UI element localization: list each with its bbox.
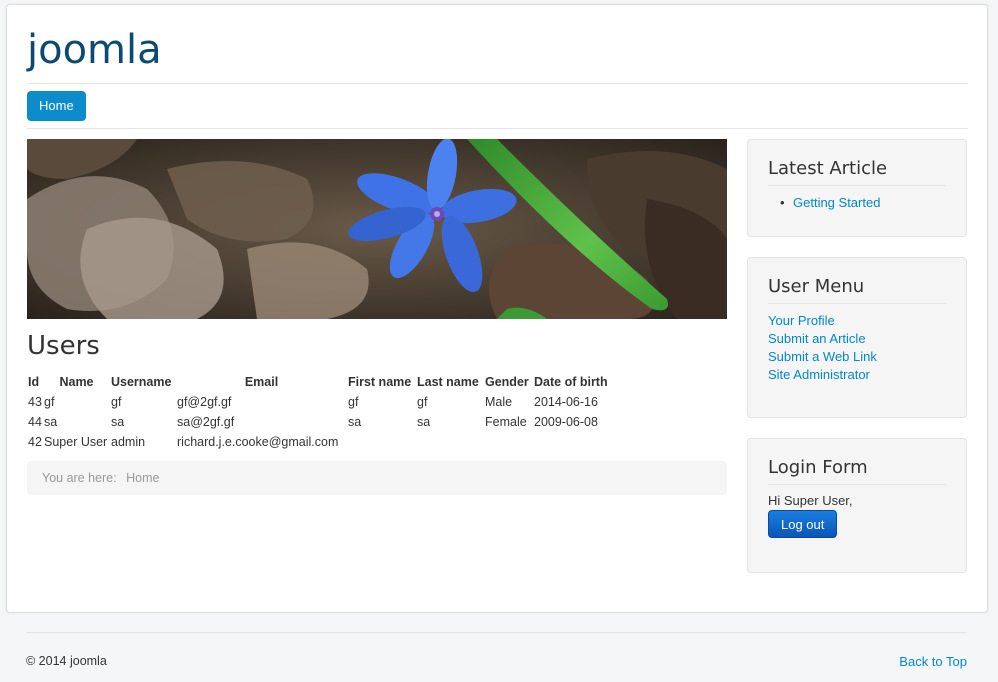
table-header-row: Id Name Username Email First name Last n… [27, 372, 613, 392]
table-row: 42 Super User admin richard.j.e.cooke@gm… [27, 432, 613, 452]
menu-item: Submit an Article [768, 330, 946, 348]
site-title[interactable]: joomla [27, 27, 162, 73]
header-banner-image [27, 139, 727, 319]
cell-dob: 2014-06-16 [534, 395, 598, 409]
cell-dob: 2009-06-08 [534, 415, 598, 429]
menu-item: Your Profile [768, 312, 946, 330]
login-form-title: Login Form [768, 457, 946, 485]
cell-gender [484, 432, 533, 452]
cell-first-name: sa [348, 415, 362, 429]
cell-dob [533, 432, 613, 452]
cell-email: gf@2gf.gf [177, 395, 232, 409]
column-header: Name [59, 375, 94, 389]
table-row: 43 gf gf gf@2gf.gf gf gf Male 2014-06-16 [27, 392, 613, 412]
page-container: joomla Home Users Id Name Username Email… [6, 4, 988, 613]
column-header: Email [244, 375, 279, 389]
login-greeting: Hi Super User, [768, 493, 853, 508]
cell-name: sa [44, 415, 58, 429]
footer-copyright: © 2014 joomla [26, 654, 107, 668]
cell-name: Super User [44, 435, 108, 449]
cell-username: admin [111, 435, 146, 449]
cell-id: 42 [28, 435, 42, 449]
nav-home-button[interactable]: Home [27, 91, 86, 121]
breadcrumb: You are here: Home [27, 461, 727, 495]
cell-email: sa@2gf.gf [177, 415, 235, 429]
back-to-top-link[interactable]: Back to Top [899, 654, 967, 669]
cell-name: gf [44, 395, 55, 409]
cell-id: 44 [28, 415, 42, 429]
nav-divider [27, 128, 968, 129]
cell-last-name: gf [417, 395, 428, 409]
column-header: Date of birth [534, 375, 608, 389]
menu-link-your-profile[interactable]: Your Profile [768, 313, 835, 328]
cell-username: gf [111, 395, 122, 409]
menu-link-submit-article[interactable]: Submit an Article [768, 331, 866, 346]
breadcrumb-current: Home [126, 471, 160, 485]
column-header: First name [348, 375, 412, 389]
cell-gender: Female [485, 415, 527, 429]
cell-username: sa [111, 415, 125, 429]
cell-last-name: sa [417, 415, 431, 429]
table-row: 44 sa sa sa@2gf.gf sa sa Female 2009-06-… [27, 412, 613, 432]
cell-email: richard.j.e.cooke@gmail.com [177, 435, 339, 449]
breadcrumb-prefix: You are here: [42, 471, 117, 485]
users-heading: Users [27, 331, 100, 361]
column-header: Username [111, 375, 172, 389]
list-item: Getting Started [768, 194, 946, 212]
menu-item: Site Administrator [768, 366, 946, 384]
column-header: Id [28, 375, 40, 389]
footer-divider [26, 632, 967, 633]
user-menu-module: User Menu Your Profile Submit an Article… [747, 257, 967, 418]
cell-first-name: gf [348, 395, 359, 409]
cell-gender: Male [485, 395, 513, 409]
menu-item: Submit a Web Link [768, 348, 946, 366]
cell-last-name [416, 432, 484, 452]
column-header: Last name [417, 375, 479, 389]
latest-article-module: Latest Article Getting Started [747, 139, 967, 237]
login-form-module: Login Form Hi Super User, Log out [747, 438, 967, 573]
latest-article-title: Latest Article [768, 158, 946, 186]
column-header: Gender [485, 375, 529, 389]
header-divider [27, 83, 968, 84]
logout-button[interactable]: Log out [768, 510, 838, 538]
menu-link-site-administrator[interactable]: Site Administrator [768, 367, 870, 382]
menu-link-submit-web-link[interactable]: Submit a Web Link [768, 349, 877, 364]
user-menu-title: User Menu [768, 276, 946, 304]
latest-article-link[interactable]: Getting Started [793, 195, 880, 210]
cell-id: 43 [28, 395, 42, 409]
flower-photo [27, 139, 727, 319]
users-table: Id Name Username Email First name Last n… [27, 372, 613, 452]
